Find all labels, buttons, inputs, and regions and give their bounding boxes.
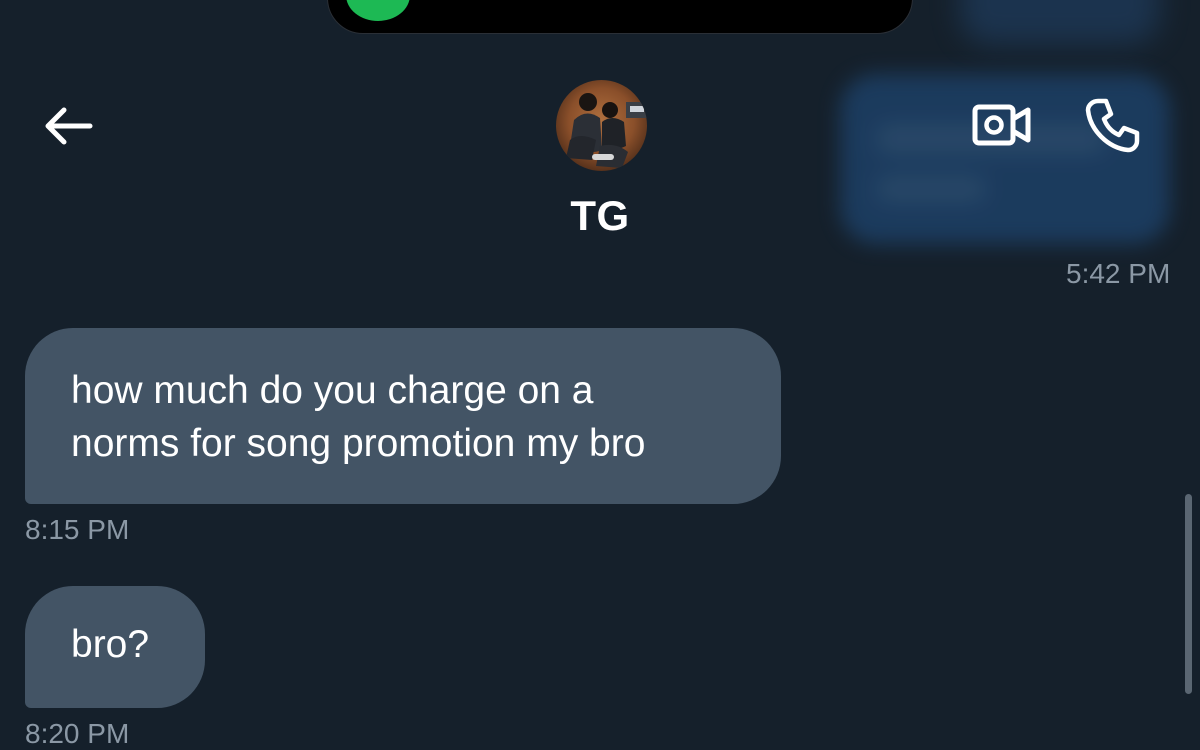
contact-name[interactable]: TG: [500, 192, 700, 240]
message-timestamp: 5:42 PM: [1066, 258, 1171, 289]
received-message-bubble[interactable]: bro?: [25, 586, 205, 708]
video-camera-icon: [972, 104, 1031, 146]
voice-call-button[interactable]: [1080, 92, 1146, 158]
video-call-button[interactable]: [968, 100, 1036, 150]
received-message-bubble[interactable]: how much do you charge on a norms for so…: [25, 328, 781, 504]
message-timestamp: 8:15 PM: [25, 514, 130, 545]
arrow-left-icon: [45, 107, 93, 145]
message-text: bro?: [71, 623, 150, 666]
back-button[interactable]: [38, 100, 98, 152]
phone-icon: [1085, 98, 1140, 153]
scrollbar-thumb[interactable]: [1185, 494, 1192, 694]
message-text: how much do you charge on a: [71, 369, 594, 412]
message-text: norms for song promotion my bro: [71, 422, 646, 465]
message-timestamp: 8:20 PM: [25, 718, 130, 749]
conversation-header: TG: [0, 0, 1200, 265]
avatar[interactable]: [556, 80, 647, 171]
